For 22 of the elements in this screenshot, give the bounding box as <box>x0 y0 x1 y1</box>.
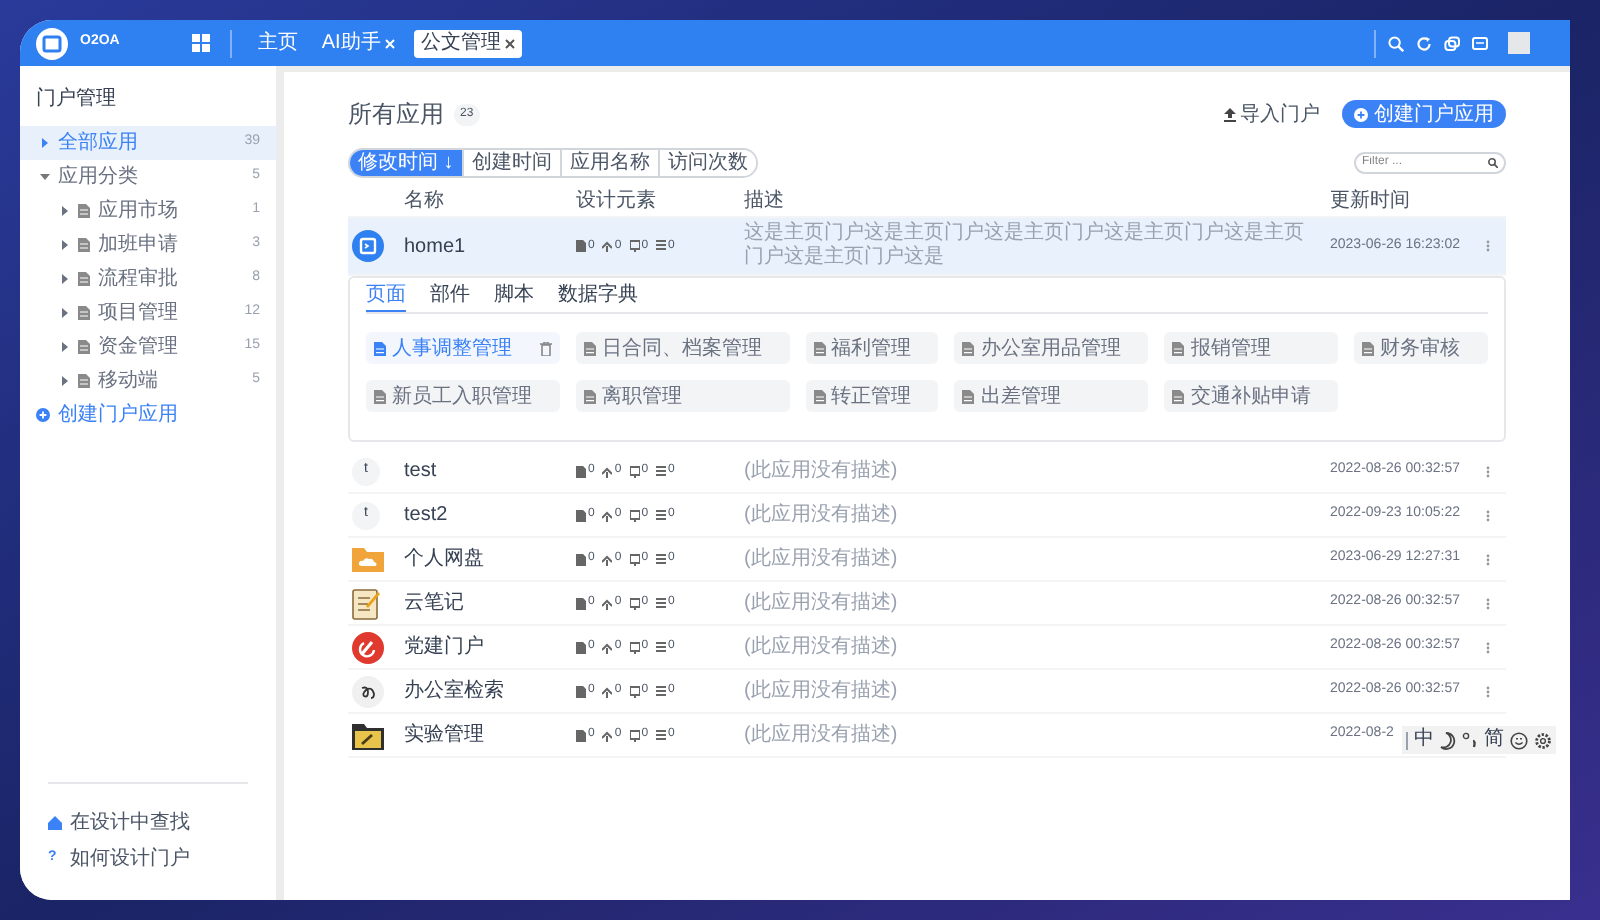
app-name: 云笔记 <box>404 590 466 618</box>
app-description: (此应用没有描述) <box>744 591 900 615</box>
column-header: 更新时间 <box>1330 187 1412 216</box>
sidebar-title: 门户管理 <box>34 85 118 114</box>
app-description: (此应用没有描述) <box>744 459 900 483</box>
app-name: 党建门户 <box>404 633 486 662</box>
app-description: (此应用没有描述) <box>744 503 900 527</box>
column-header: 设计元素 <box>576 187 658 216</box>
app-description: (此应用没有描述) <box>744 635 900 659</box>
app-name: 个人网盘 <box>404 546 486 574</box>
app-description: (此应用没有描述) <box>744 547 900 571</box>
column-header: 描述 <box>744 187 786 216</box>
app-description: (此应用没有描述) <box>744 679 900 703</box>
app-name: 办公室检索 <box>404 677 506 706</box>
page-title: 所有应用 <box>348 98 444 132</box>
app-name: home1 <box>404 233 468 261</box>
column-header: 名称 <box>404 188 446 216</box>
app-name: 实验管理 <box>404 721 486 750</box>
app-name: test <box>404 458 439 486</box>
app-description: 这是主页门户这是主页门户这是主页门户这是主页门户这是主页门户这是主页门户这是 <box>744 222 1306 270</box>
app-name: test2 <box>404 502 450 530</box>
app-description: (此应用没有描述) <box>744 723 900 747</box>
